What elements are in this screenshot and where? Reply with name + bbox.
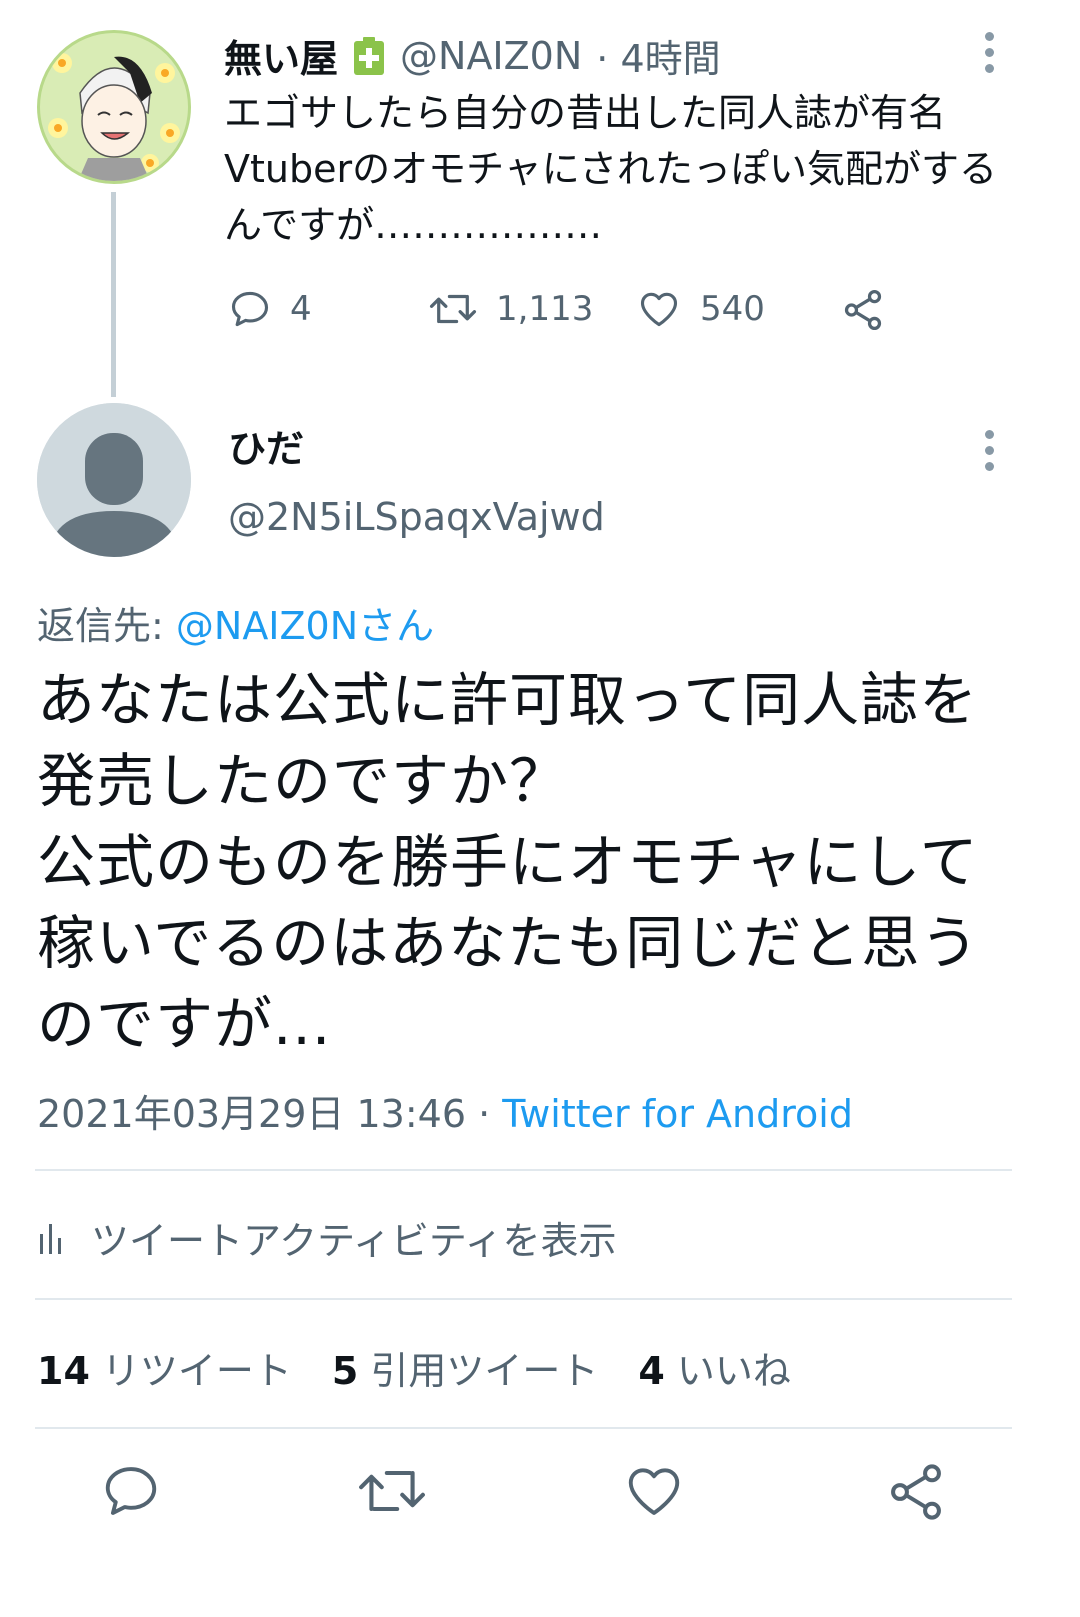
reply-to-user-link[interactable]: @NAIZ0Nさん <box>176 604 434 648</box>
avatar-illustration <box>40 33 188 181</box>
more-icon[interactable] <box>983 32 995 73</box>
parent-time: · 4時間 <box>596 37 721 81</box>
source-link[interactable]: Twitter for Android <box>502 1092 853 1136</box>
reply-to-line: 返信先: @NAIZ0Nさん <box>37 595 434 650</box>
more-icon[interactable] <box>983 430 995 471</box>
reply-avatar[interactable] <box>37 403 191 557</box>
reply-display-name[interactable]: ひだ <box>228 418 304 473</box>
like-count: 540 <box>700 289 765 329</box>
reply-tweet-text: あなたは公式に許可取って同人誌を発売したのですか？ 公式のものを勝手にオモチャに… <box>37 666 980 1058</box>
quotes-stat-count: 5 <box>331 1349 359 1393</box>
likes-stat-label: いいね <box>676 1349 791 1393</box>
battery-plus-icon <box>354 36 385 75</box>
divider <box>35 1427 1012 1429</box>
reply-handle[interactable]: @2N5iLSpaqxVajwd <box>228 495 605 539</box>
quotes-stat-label: 引用ツイート <box>370 1349 599 1393</box>
retweet-count: 1,113 <box>496 289 594 329</box>
likes-stat[interactable]: 4 いいね <box>638 1340 790 1395</box>
parent-handle[interactable]: @NAIZ0N <box>400 34 582 78</box>
retweet-action[interactable]: 1,113 <box>428 287 593 331</box>
bottom-action-bar <box>0 1460 1080 1540</box>
reply-action[interactable]: 4 <box>228 287 312 331</box>
parent-avatar[interactable] <box>37 30 191 184</box>
meta-separator: · <box>466 1092 503 1136</box>
parent-tweet-text: エゴサしたら自分の昔出した同人誌が有名Vtuberのオモチャにされたっぽい気配が… <box>224 91 997 247</box>
tweet-datetime: 2021年03月29日 13:46 <box>37 1092 467 1136</box>
tweet-activity-label: ツイートアクティビティを表示 <box>91 1219 617 1263</box>
retweet-icon <box>359 1470 425 1512</box>
like-icon <box>628 1468 680 1515</box>
retweets-stat-label: リツイート <box>101 1349 292 1393</box>
likes-stat-count: 4 <box>638 1349 665 1393</box>
quotes-stat[interactable]: 5 引用ツイート <box>332 1340 598 1395</box>
divider <box>35 1169 1012 1171</box>
share-button[interactable] <box>884 1460 948 1528</box>
share-icon <box>891 1464 941 1520</box>
default-profile-icon <box>37 403 191 557</box>
share-icon <box>844 289 882 331</box>
like-icon <box>640 292 678 327</box>
parent-header: 無い屋 @NAIZ0N · 4時間 <box>224 28 721 83</box>
reply-icon <box>231 291 269 327</box>
tweet-activity-link[interactable]: ツイートアクティビティを表示 <box>37 1210 617 1265</box>
reply-button[interactable] <box>100 1460 162 1526</box>
chart-icon <box>40 1223 61 1254</box>
retweets-stat-count: 14 <box>37 1349 90 1393</box>
reply-count: 4 <box>290 289 312 329</box>
retweet-button[interactable] <box>356 1460 428 1526</box>
like-action[interactable]: 540 <box>636 287 765 331</box>
parent-display-name[interactable]: 無い屋 <box>224 28 338 83</box>
retweet-icon <box>429 294 477 324</box>
share-action[interactable] <box>840 287 886 337</box>
retweets-stat[interactable]: 14 リツイート <box>37 1340 292 1395</box>
like-button[interactable] <box>622 1460 686 1526</box>
tweet-stats: 14 リツイート 5 引用ツイート 4 いいね <box>37 1340 791 1395</box>
divider <box>35 1298 1012 1300</box>
tweet-meta: 2021年03月29日 13:46 · Twitter for Android <box>37 1083 853 1138</box>
reply-icon <box>105 1467 157 1515</box>
thread-line <box>111 192 116 397</box>
reply-to-label: 返信先: <box>37 604 176 648</box>
